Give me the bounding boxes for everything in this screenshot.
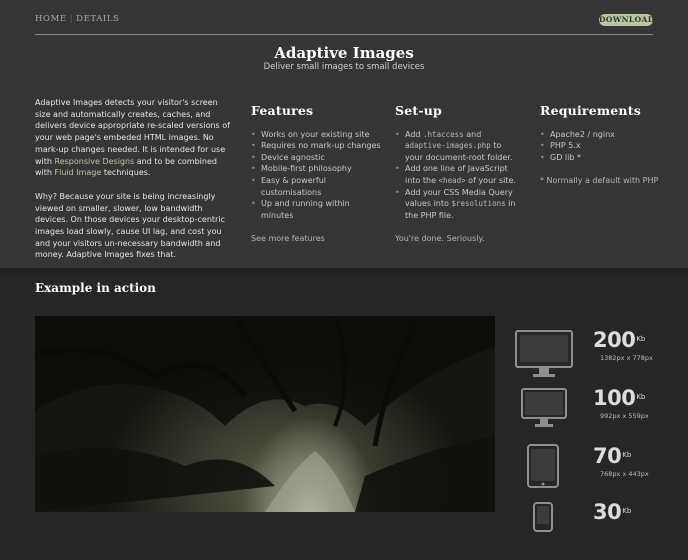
nav-home-link[interactable]: HOME [35, 14, 67, 24]
features-column: Features Works on your existing site Req… [251, 103, 381, 245]
list-item: Add .htaccess and adaptive-images.php to… [395, 129, 520, 164]
list-item: Mobile-first philosophy [251, 163, 381, 175]
device-row-phone: 30Kb [505, 500, 665, 560]
example-photo [35, 316, 495, 512]
download-button[interactable]: DOWNLOAD [599, 14, 654, 26]
setup-done-text: You're done. Seriously. [395, 234, 485, 244]
php-file-code: adaptive-images.php [405, 141, 491, 151]
resolutions-code: $resolutions [451, 199, 506, 209]
size-value: 70Kb [593, 444, 631, 468]
laptop-monitor-icon [521, 388, 567, 427]
list-item: Add one line of JavaScript into the <hea… [395, 163, 520, 186]
fluid-image-link[interactable]: Fluid Image [55, 168, 102, 177]
device-row-desktop: 200Kb 1382px x 778px [505, 328, 665, 388]
page-subtitle: Deliver small images to small devices [263, 62, 425, 72]
intro-text-c: techniques. [101, 168, 151, 178]
list-item: Apache2 / nginx [540, 129, 670, 141]
size-value: 30Kb [593, 500, 631, 524]
example-heading: Example in action [35, 281, 156, 295]
header-divider [35, 34, 653, 35]
tablet-icon [527, 444, 559, 488]
setup-text: and [463, 129, 482, 139]
requirements-heading: Requirements [540, 103, 641, 118]
size-unit: Kb [622, 451, 632, 459]
top-nav: HOME | DETAILS [35, 14, 120, 24]
resolution-text: 1382px x 778px [600, 354, 653, 362]
list-item: Easy & powerful customisations [251, 175, 381, 198]
intro-text-a: Adaptive Images detects your visitor's s… [35, 98, 230, 166]
list-item: PHP 5.x [540, 140, 670, 152]
requirements-list: Apache2 / nginx PHP 5.x GD lib * [540, 129, 670, 164]
device-sizes-panel: 200Kb 1382px x 778px 100Kb 992px x 559px… [505, 316, 665, 532]
resolution-text: 992px x 559px [600, 412, 649, 420]
list-item: GD lib * [540, 152, 670, 164]
features-heading: Features [251, 103, 314, 118]
list-item: Up and running within minutes [251, 198, 381, 221]
setup-text: of your site. [465, 175, 516, 185]
forest-path-image [35, 316, 495, 512]
list-item: Works on your existing site [251, 129, 381, 141]
intro-text: Adaptive Images detects your visitor's s… [35, 97, 230, 273]
nav-details-link[interactable]: DETAILS [76, 14, 119, 24]
phone-icon [533, 502, 553, 532]
features-list: Works on your existing site Requires no … [251, 129, 381, 222]
setup-list: Add .htaccess and adaptive-images.php to… [395, 129, 520, 222]
requirements-note: * Normally a default with PHP [540, 176, 659, 186]
device-row-laptop: 100Kb 992px x 559px [505, 386, 665, 446]
size-unit: Kb [636, 393, 646, 401]
desktop-monitor-icon [515, 330, 573, 377]
setup-text: Add [405, 129, 424, 139]
head-tag-code: <head> [438, 175, 466, 185]
size-number: 100 [593, 386, 636, 410]
size-unit: Kb [636, 335, 646, 343]
list-item: Add your CSS Media Query values into $re… [395, 187, 520, 222]
requirements-column: Requirements Apache2 / nginx PHP 5.x GD … [540, 103, 670, 187]
intro-paragraph-1: Adaptive Images detects your visitor's s… [35, 97, 230, 179]
nav-separator: | [69, 14, 74, 24]
page-title: Adaptive Images [274, 44, 414, 62]
htaccess-code: .htaccess [423, 129, 464, 139]
intro-paragraph-2: Why? Because your site is being increasi… [35, 191, 225, 260]
responsive-designs-link[interactable]: Responsive Designs [55, 157, 135, 166]
size-number: 200 [593, 328, 636, 352]
size-unit: Kb [622, 507, 632, 515]
device-row-tablet: 70Kb 768px x 443px [505, 444, 665, 504]
list-item: Device agnostic [251, 152, 381, 164]
size-number: 30 [593, 500, 622, 524]
setup-column: Set-up Add .htaccess and adaptive-images… [395, 103, 520, 245]
setup-heading: Set-up [395, 103, 442, 118]
size-value: 100Kb [593, 386, 645, 410]
size-number: 70 [593, 444, 622, 468]
size-value: 200Kb [593, 328, 645, 352]
resolution-text: 768px x 443px [600, 470, 649, 478]
list-item: Requires no mark-up changes [251, 140, 381, 152]
see-more-features-link[interactable]: See more features [251, 233, 381, 245]
